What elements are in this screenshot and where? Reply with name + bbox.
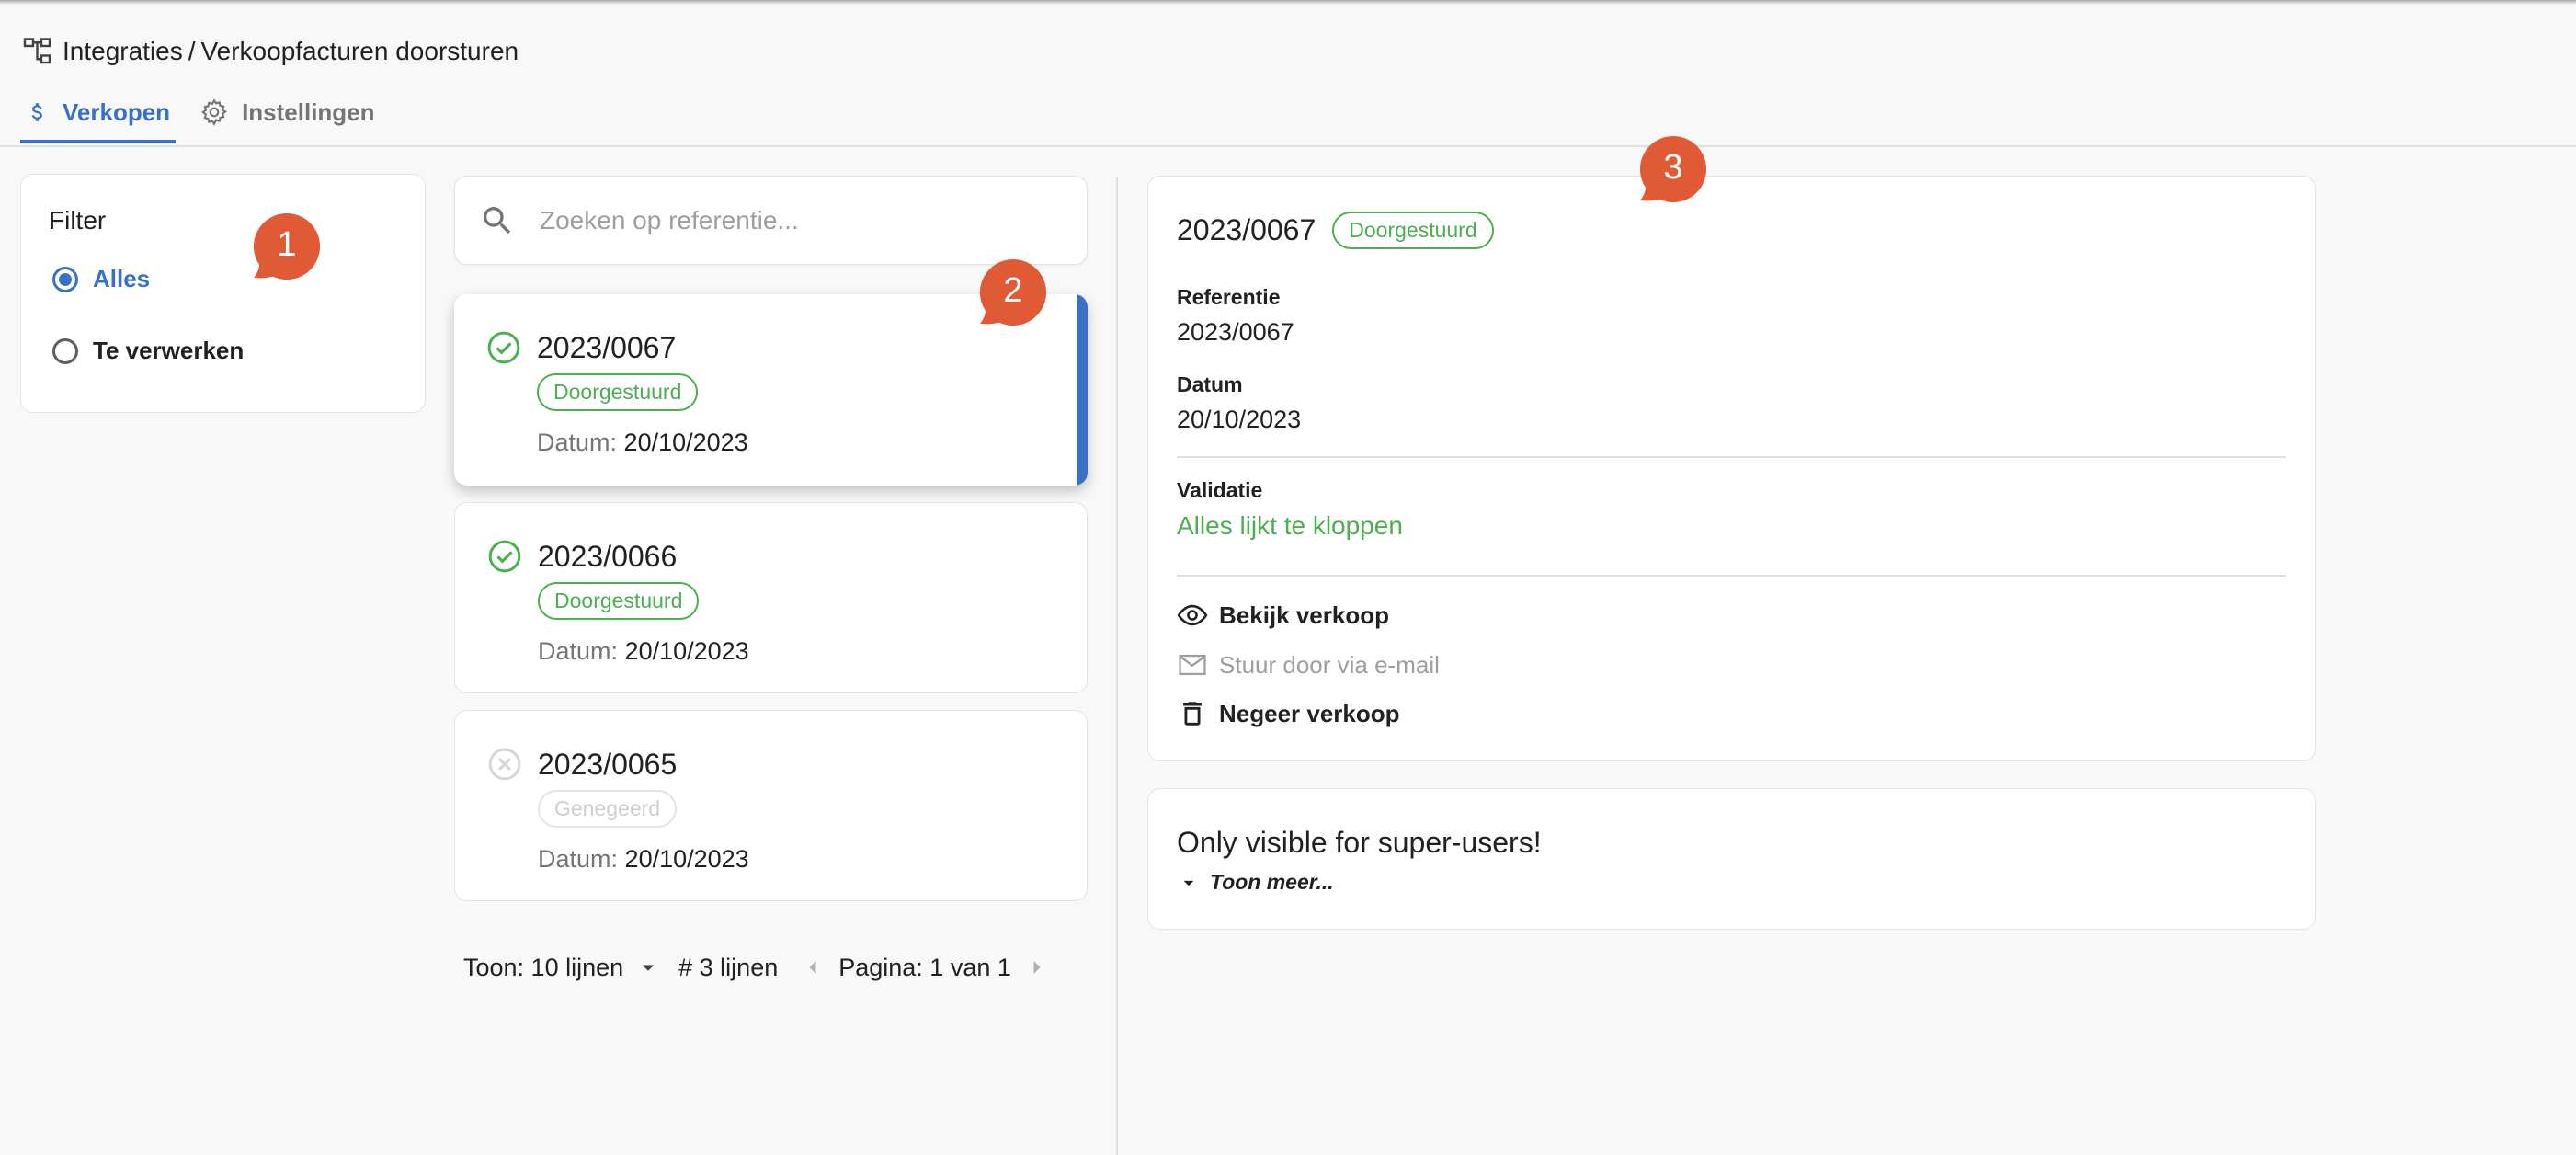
caret-down-icon xyxy=(642,965,655,971)
validation-label: Validatie xyxy=(1177,478,1263,502)
search-box xyxy=(454,176,1088,265)
date-value: 20/10/2023 xyxy=(624,845,749,873)
status-badge: Doorgestuurd xyxy=(538,582,700,620)
filter-option-te-verwerken[interactable]: Te verwerken xyxy=(52,337,244,365)
check-circle-icon xyxy=(487,331,520,364)
rows-per-page-select[interactable]: Toon: 10 lijnen xyxy=(463,954,662,982)
pagination: Toon: 10 lijnen # 3 lijnen Pagina: 1 van… xyxy=(463,951,1050,984)
super-users-panel: Only visible for super-users! Toon meer.… xyxy=(1147,788,2316,930)
tab-verkopen[interactable]: Verkopen xyxy=(20,85,177,143)
radio-unselected-icon[interactable] xyxy=(52,337,78,364)
detail-title: 2023/0067 xyxy=(1177,213,1316,246)
row-count: # 3 lijnen xyxy=(678,953,779,981)
date-value: 20/10/2023 xyxy=(1177,406,1302,433)
list-item[interactable]: 2023/0066 Doorgestuurd Datum: 20/10/2023 xyxy=(454,502,1088,693)
show-more-toggle[interactable]: Toon meer... xyxy=(1177,870,1334,895)
filter-option-alles[interactable]: Alles xyxy=(52,265,150,293)
annotation-marker-2: 2 xyxy=(978,257,1048,327)
next-page-icon[interactable] xyxy=(1024,955,1050,980)
cancel-circle-icon xyxy=(488,748,521,781)
show-more-label: Toon meer... xyxy=(1210,870,1334,894)
tab-instellingen[interactable]: Instellingen xyxy=(194,85,380,140)
status-badge: Genegeerd xyxy=(538,790,678,828)
date-value: 20/10/2023 xyxy=(623,429,748,456)
breadcrumb-page: Verkoopfacturen doorsturen xyxy=(200,37,519,65)
list-item[interactable]: 2023/0065 Genegeerd Datum: 20/10/2023 xyxy=(454,710,1088,901)
filter-title: Filter xyxy=(49,206,107,234)
detail-header: 2023/0067 Doorgestuurd xyxy=(1177,212,1494,249)
search-input[interactable] xyxy=(538,204,1056,236)
tab-verkopen-label: Verkopen xyxy=(63,97,171,126)
eye-icon xyxy=(1177,604,1208,626)
ignore-sale-label: Negeer verkoop xyxy=(1219,699,1400,727)
reference-value: 2023/0067 xyxy=(1177,318,1294,346)
mail-icon xyxy=(1179,654,1206,676)
status-badge: Doorgestuurd xyxy=(1332,212,1494,249)
filter-option-label: Te verwerken xyxy=(93,337,245,364)
reference-label: Referentie xyxy=(1177,285,1281,309)
radio-selected-icon[interactable] xyxy=(52,266,78,292)
date-label: Datum: xyxy=(538,637,619,665)
item-number: 2023/0065 xyxy=(538,748,678,781)
tab-divider xyxy=(0,145,2576,147)
divider xyxy=(1177,456,2286,458)
search-icon xyxy=(484,206,511,234)
tab-bar: Verkopen Instellingen xyxy=(20,85,399,145)
breadcrumb-separator: / xyxy=(188,37,196,65)
date-value: 20/10/2023 xyxy=(624,637,749,665)
rows-per-page-label: Toon: 10 lijnen xyxy=(463,953,624,981)
filter-panel: Filter Alles Te verwerken xyxy=(20,174,426,413)
date-label: Datum xyxy=(1177,372,1243,396)
integration-icon xyxy=(23,38,51,64)
send-email-button[interactable]: Stuur door via e-mail xyxy=(1177,649,1440,680)
tab-instellingen-label: Instellingen xyxy=(242,97,375,126)
breadcrumb-section[interactable]: Integraties xyxy=(63,37,183,66)
marker-number: 3 xyxy=(1663,147,1683,187)
page-indicator: Pagina: 1 van 1 xyxy=(838,953,1011,981)
gear-icon xyxy=(201,98,228,126)
top-shadow xyxy=(0,0,2576,5)
trash-icon xyxy=(1183,702,1202,726)
item-number: 2023/0067 xyxy=(537,331,677,364)
item-date: Datum: 20/10/2023 xyxy=(537,429,748,457)
check-circle-icon xyxy=(488,540,521,573)
marker-number: 2 xyxy=(1003,270,1023,310)
view-sale-button[interactable]: Bekijk verkoop xyxy=(1177,600,1389,631)
prev-page-icon[interactable] xyxy=(800,955,826,980)
status-badge: Doorgestuurd xyxy=(537,373,699,411)
annotation-marker-3: 3 xyxy=(1638,134,1708,204)
super-users-title: Only visible for super-users! xyxy=(1177,826,1542,859)
item-date: Datum: 20/10/2023 xyxy=(538,845,749,874)
breadcrumb: Integraties / Verkoopfacturen doorsturen xyxy=(22,33,519,70)
item-number: 2023/0066 xyxy=(538,540,678,573)
send-email-label: Stuur door via e-mail xyxy=(1219,650,1440,679)
panel-divider xyxy=(1116,177,1118,1155)
view-sale-label: Bekijk verkoop xyxy=(1219,600,1389,629)
ignore-sale-button[interactable]: Negeer verkoop xyxy=(1177,698,1400,729)
detail-panel: 2023/0067 Doorgestuurd Referentie 2023/0… xyxy=(1147,176,2316,761)
filter-option-label: Alles xyxy=(93,265,151,292)
date-label: Datum: xyxy=(538,845,619,873)
validation-value: Alles lijkt te kloppen xyxy=(1177,511,1403,540)
annotation-marker-1: 1 xyxy=(252,212,322,281)
marker-number: 1 xyxy=(277,224,297,264)
caret-down-icon xyxy=(1183,880,1194,886)
dollar-icon xyxy=(31,103,42,121)
item-date: Datum: 20/10/2023 xyxy=(538,637,749,666)
divider xyxy=(1177,575,2286,577)
date-label: Datum: xyxy=(537,429,618,456)
